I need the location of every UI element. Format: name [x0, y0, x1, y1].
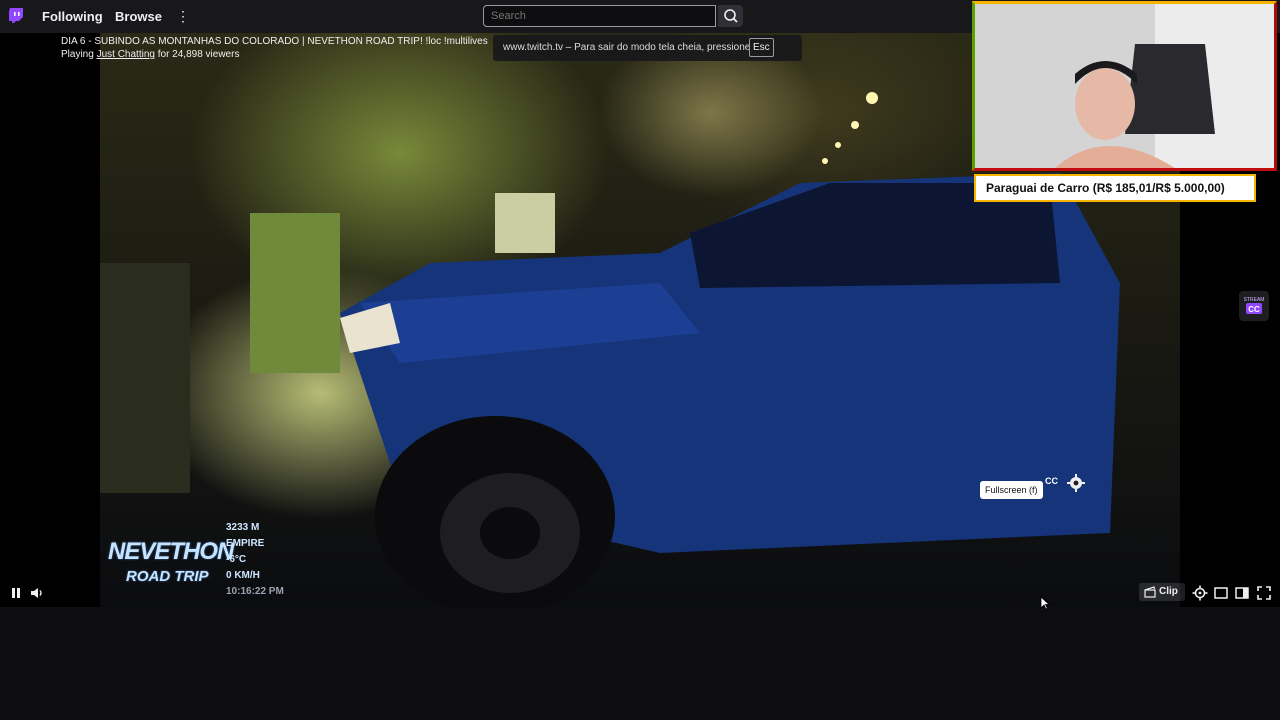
stream-cc-badge: STREAM CC — [1239, 291, 1269, 321]
settings-gear-icon[interactable] — [1067, 474, 1085, 492]
stream-cc-cc-label: CC — [1248, 305, 1260, 314]
nav-browse-link[interactable]: Browse — [115, 9, 162, 24]
streamer-webcam — [975, 4, 1274, 168]
volume-icon[interactable] — [29, 585, 45, 601]
twitch-logo-icon[interactable] — [7, 7, 25, 25]
more-menu-icon[interactable]: ⋮ — [176, 8, 190, 25]
below-player-area — [0, 607, 1280, 720]
nav-following-link[interactable]: Following — [42, 9, 103, 24]
category-link[interactable]: Just Chatting — [97, 49, 155, 60]
esc-key-badge: Esc — [749, 38, 774, 57]
hud-place: EMPIRE — [226, 538, 265, 549]
player-controls — [0, 580, 1280, 607]
search-icon — [724, 9, 738, 23]
viewer-count: for 24,898 viewers — [154, 49, 240, 60]
fullscreen-hint-text: www.twitch.tv – Para sair do modo tela c… — [503, 42, 751, 53]
settings-icon[interactable] — [1192, 585, 1208, 601]
clip-icon — [1144, 586, 1156, 598]
clip-button[interactable]: Clip — [1139, 583, 1185, 601]
playing-prefix: Playing — [61, 49, 97, 60]
donation-goal: Paraguai de Carro (R$ 185,01/R$ 5.000,00… — [974, 174, 1256, 202]
stream-meta: Playing Just Chatting for 24,898 viewers — [61, 49, 239, 60]
stream-cc-icon: STREAM CC — [1244, 297, 1265, 314]
search-input[interactable] — [483, 5, 716, 27]
stream-title: DIA 6 - SUBINDO AS MONTANHAS DO COLORADO… — [61, 36, 488, 47]
hud-temp: -6°C — [226, 554, 247, 565]
clip-label: Clip — [1159, 586, 1178, 597]
pause-icon[interactable] — [8, 585, 24, 601]
search-button[interactable] — [718, 5, 743, 27]
fullscreen-tooltip: Fullscreen (f) — [980, 481, 1043, 499]
stream-cc-label: STREAM — [1244, 297, 1265, 303]
fullscreen-icon[interactable] — [1256, 585, 1272, 601]
mouse-cursor-icon — [1040, 596, 1050, 610]
hud-logo-nevethon: NEVETHON — [108, 538, 234, 565]
webcam-overlay — [972, 1, 1277, 171]
theatre-mode-icon[interactable] — [1213, 585, 1229, 601]
fullscreen-exit-hint: www.twitch.tv – Para sair do modo tela c… — [493, 35, 802, 61]
hud-altitude: 3233 M — [226, 522, 260, 533]
cc-overlay-label[interactable]: CC — [1045, 476, 1058, 486]
collapse-chat-icon[interactable] — [1234, 585, 1250, 601]
